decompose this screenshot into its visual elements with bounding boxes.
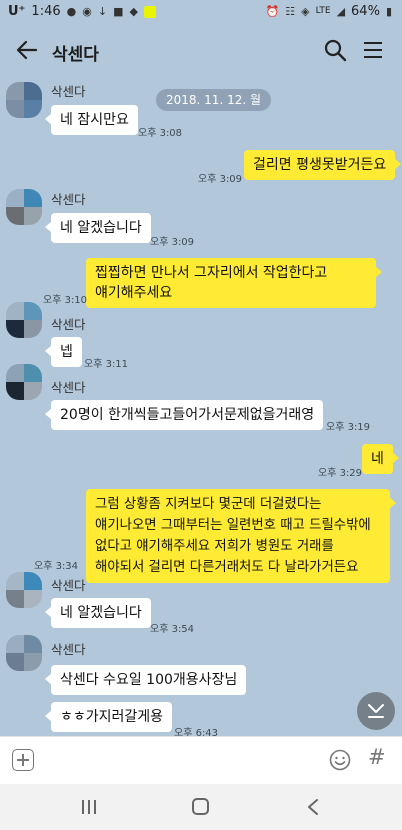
signal-icon: ◢: [336, 5, 346, 18]
message-text: ㅎㅎ가지러갈게용: [60, 709, 164, 725]
sender-name: 삭센다: [51, 192, 86, 207]
message-input-bar: #: [0, 736, 402, 784]
avatar[interactable]: [6, 189, 42, 225]
sender-name: 삭센다: [51, 380, 86, 395]
sender-name: 삭센다: [51, 84, 86, 99]
message-time: 오후 3:10: [43, 295, 88, 306]
chat-header: 삭센다: [0, 26, 402, 76]
chat-title: 삭센다: [52, 45, 99, 65]
message-text-line: 해야되서 걸리면 다른거래처도 다 날라가거든요: [95, 560, 359, 575]
notification-icon: [143, 5, 156, 18]
plus-icon[interactable]: [12, 749, 34, 771]
download-icon: ↓: [97, 5, 108, 18]
clock: 1:46: [31, 4, 61, 19]
message-bubble[interactable]: 찝찝하면 만나서 그자리에서 작업한다고 얘기해주세요: [86, 258, 382, 308]
message-bubble[interactable]: 네 알겠습니다: [45, 598, 151, 628]
chevron-down-icon: [368, 704, 384, 718]
message-bubble[interactable]: 걸리면 평생못받거든요: [244, 150, 402, 180]
message-bubble[interactable]: 네 잠시만요: [45, 105, 138, 135]
alarm-icon: ⏰: [265, 5, 280, 18]
back-icon[interactable]: [306, 798, 320, 816]
message-time: 오후 3:54: [150, 624, 195, 635]
app-icon: ■: [113, 5, 124, 18]
message-time: 오후 6:43: [174, 728, 219, 736]
sender-name: 삭센다: [51, 578, 86, 593]
avatar[interactable]: [6, 364, 42, 400]
message-text: 걸리면 평생못받거든요: [253, 157, 387, 173]
message-time: 오후 3:11: [84, 359, 129, 370]
home-icon[interactable]: [192, 798, 209, 815]
message-time: 오후 3:09: [198, 174, 243, 185]
wifi-icon: ◈: [301, 5, 310, 18]
avatar[interactable]: [6, 635, 42, 671]
message-bubble[interactable]: 넵: [45, 337, 82, 367]
emoji-icon[interactable]: [329, 749, 351, 771]
shield-icon: ◆: [129, 5, 138, 18]
bell-icon: ●: [66, 5, 77, 18]
message-text-line: 얘기나오면 그때부터는 일련번호 때고 드릴수밖에: [95, 518, 371, 533]
avatar[interactable]: [6, 82, 42, 118]
message-text-line: 그럼 상황좀 지켜보다 몇군데 더걸렸다는: [95, 497, 322, 512]
arrow-left-icon[interactable]: [14, 37, 40, 63]
search-icon[interactable]: [323, 38, 347, 62]
message-text: 넵: [60, 344, 73, 360]
recent-apps-icon[interactable]: [80, 799, 98, 815]
message-bubble[interactable]: ㅎㅎ가지러갈게용: [44, 702, 173, 732]
message-bubble[interactable]: 삭센다 수요일 100개용사장님: [44, 665, 247, 695]
message-text: 네 알겠습니다: [60, 220, 142, 236]
message-time: 오후 3:34: [34, 561, 79, 572]
system-nav-bar: [0, 784, 402, 830]
message-bubble[interactable]: 네: [362, 444, 399, 474]
message-bubble[interactable]: 네 알겠습니다: [45, 213, 151, 243]
message-text: 20명이 한개씩들고들어가서문제없을거래영: [60, 407, 315, 423]
scroll-to-bottom-button[interactable]: [357, 692, 395, 730]
chat-area[interactable]: 삭센다 네 잠시만요 오후 3:08 2018. 11. 12. 월 걸리면 평…: [0, 76, 402, 736]
message-input[interactable]: [46, 745, 316, 777]
battery-icon: ▮: [385, 5, 392, 18]
sender-name: 삭센다: [51, 317, 86, 332]
message-text: 네 알겠습니다: [60, 605, 142, 621]
message-text: 네 잠시만요: [60, 112, 129, 128]
message-time: 오후 3:19: [326, 422, 371, 433]
date-divider: 2018. 11. 12. 월: [156, 89, 272, 111]
message-time: 오후 3:29: [318, 468, 363, 479]
message-time: 오후 3:09: [150, 237, 195, 248]
sender-name: 삭센다: [51, 642, 86, 657]
message-text-line: 얘기해주세요: [95, 285, 173, 301]
network-label: LTE: [315, 6, 331, 16]
message-text-line: 없다고 얘기해주세요 저희가 병원도 거래를: [95, 539, 334, 554]
message-bubble[interactable]: 20명이 한개씩들고들어가서문제없을거래영: [44, 400, 324, 430]
message-text-line: 찝찝하면 만나서 그자리에서 작업한다고: [95, 265, 328, 281]
message-text: 네: [371, 451, 384, 467]
avatar[interactable]: [6, 302, 42, 338]
avatar[interactable]: [6, 572, 42, 608]
message-bubble[interactable]: 그럼 상황좀 지켜보다 몇군데 더걸렸다는 얘기나오면 그때부터는 일련번호 때…: [86, 489, 396, 583]
battery-label: 64%: [351, 4, 380, 19]
chat-icon: ◉: [82, 5, 92, 18]
vibrate-icon: ☷: [285, 5, 296, 18]
carrier-label: U⁺: [8, 4, 26, 19]
status-bar: U⁺ 1:46 ● ◉ ↓ ■ ◆ ⏰ ☷ ◈ LTE ◢ 64% ▮: [0, 0, 402, 26]
hashtag-icon[interactable]: #: [368, 745, 386, 769]
message-text: 삭센다 수요일 100개용사장님: [60, 672, 238, 688]
hamburger-menu-icon[interactable]: [362, 39, 384, 61]
message-time: 오후 3:08: [138, 128, 183, 139]
